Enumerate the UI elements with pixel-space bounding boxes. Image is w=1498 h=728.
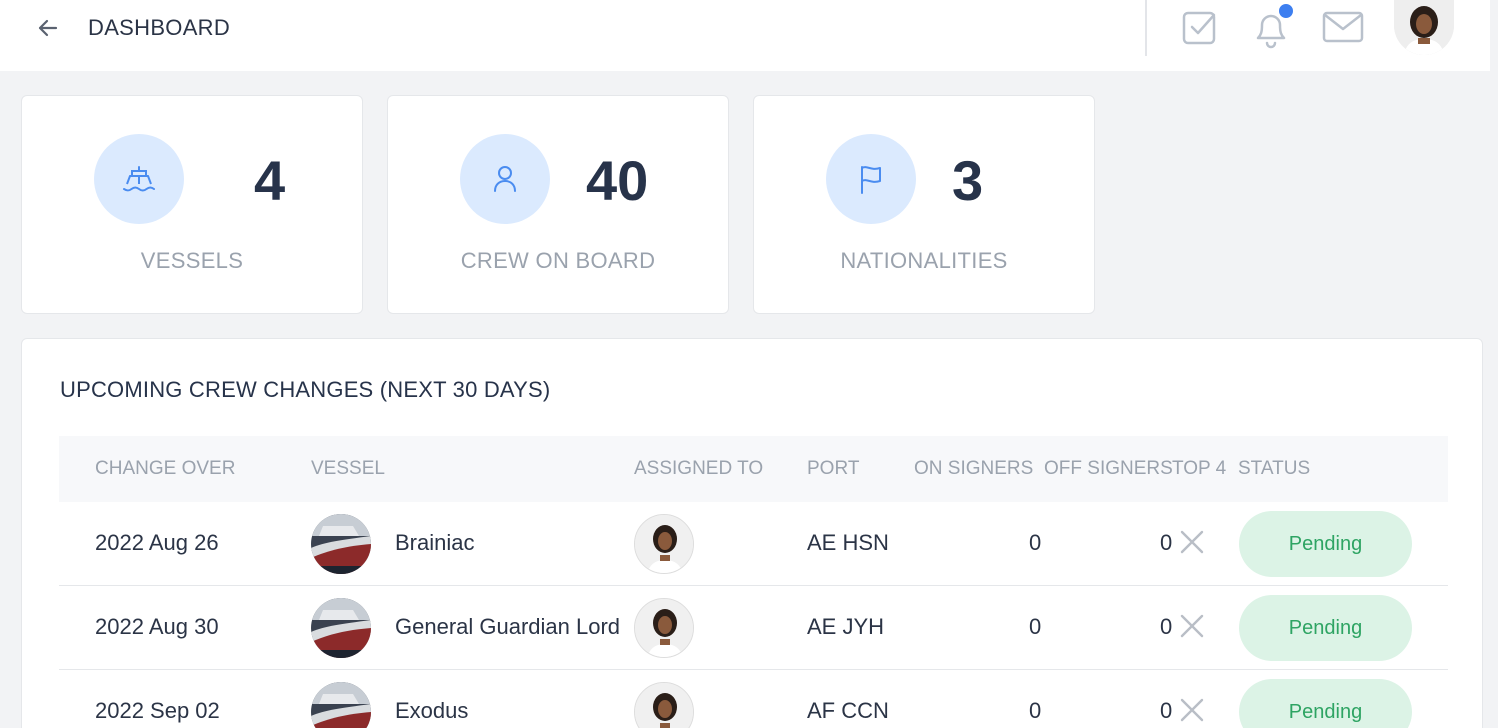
close-icon[interactable] [1179,697,1205,723]
column-header-vessel[interactable]: VESSEL [311,458,385,480]
task-check-icon[interactable] [1180,7,1220,47]
stat-card-vessels: 4 VESSELS [21,95,363,314]
column-header-on-signers[interactable]: ON SIGNERS [914,458,1033,480]
notification-dot [1277,2,1295,20]
assignee-avatar[interactable] [634,682,694,728]
off-signers-count: 0 [1160,698,1173,723]
stat-value: 3 [952,149,984,212]
table-row[interactable]: 2022 Aug 26 Brainiac AE HSN 0 0 Pending [59,502,1448,586]
ship-icon [94,134,184,224]
stat-card-crew: 40 CREW ON BOARD [387,95,729,314]
scrollbar[interactable] [1490,0,1498,728]
column-header-top-4[interactable]: TOP 4 [1172,458,1226,480]
on-signers-count: 0 [1029,698,1042,723]
mail-icon[interactable] [1321,8,1365,46]
status-badge[interactable]: Pending [1239,595,1412,661]
vessel-image [311,514,371,574]
port-code: AE JYH [807,614,885,639]
change-over-date: 2022 Aug 30 [95,614,219,639]
user-icon [460,134,550,224]
table-row[interactable]: 2022 Sep 02 Exodus AF CCN 0 0 Pending [59,670,1448,728]
on-signers-count: 0 [1029,614,1042,639]
close-icon[interactable] [1179,613,1205,639]
column-header-assigned-to[interactable]: ASSIGNED TO [634,458,763,480]
stat-card-nationalities: 3 NATIONALITIES [753,95,1095,314]
off-signers-count: 0 [1160,614,1173,639]
vessel-name[interactable]: Exodus [395,698,468,724]
status-badge[interactable]: Pending [1239,679,1412,728]
stat-label: VESSELS [140,248,244,273]
stat-label: NATIONALITIES [840,248,1008,273]
flag-icon [826,134,916,224]
table-row[interactable]: 2022 Aug 30 General Guardian Lord AE JYH… [59,586,1448,670]
assignee-avatar[interactable] [634,514,694,574]
vessel-image [311,682,371,728]
column-header-port[interactable]: PORT [807,458,859,480]
status-badge[interactable]: Pending [1239,511,1412,577]
top-bar: DASHBOARD [0,0,1498,71]
crew-changes-panel: UPCOMING CREW CHANGES (NEXT 30 DAYS) CHA… [21,338,1483,728]
on-signers-count: 0 [1029,530,1042,555]
stat-label: CREW ON BOARD [460,248,656,273]
change-over-date: 2022 Aug 26 [95,530,219,555]
header-divider [1145,0,1147,56]
page-title: DASHBOARD [88,15,231,40]
vessel-name[interactable]: General Guardian Lord [395,614,620,640]
port-code: AE HSN [807,530,889,555]
column-header-change-over[interactable]: CHANGE OVER [95,458,235,480]
change-over-date: 2022 Sep 02 [95,698,220,723]
panel-title: UPCOMING CREW CHANGES (NEXT 30 DAYS) [60,377,551,402]
stat-value: 40 [586,149,649,212]
vessel-image [311,598,371,658]
vessel-name[interactable]: Brainiac [395,530,474,556]
column-header-status[interactable]: STATUS [1238,458,1310,480]
port-code: AF CCN [807,698,889,723]
assignee-avatar[interactable] [634,598,694,658]
off-signers-count: 0 [1160,530,1173,555]
user-avatar[interactable] [1394,0,1454,55]
table-header: CHANGE OVER VESSEL ASSIGNED TO PORT ON S… [59,436,1448,502]
arrow-left-icon[interactable] [34,14,62,42]
stat-value: 4 [254,149,286,212]
column-header-off-signers[interactable]: OFF SIGNERS [1044,458,1173,480]
close-icon[interactable] [1179,529,1205,555]
